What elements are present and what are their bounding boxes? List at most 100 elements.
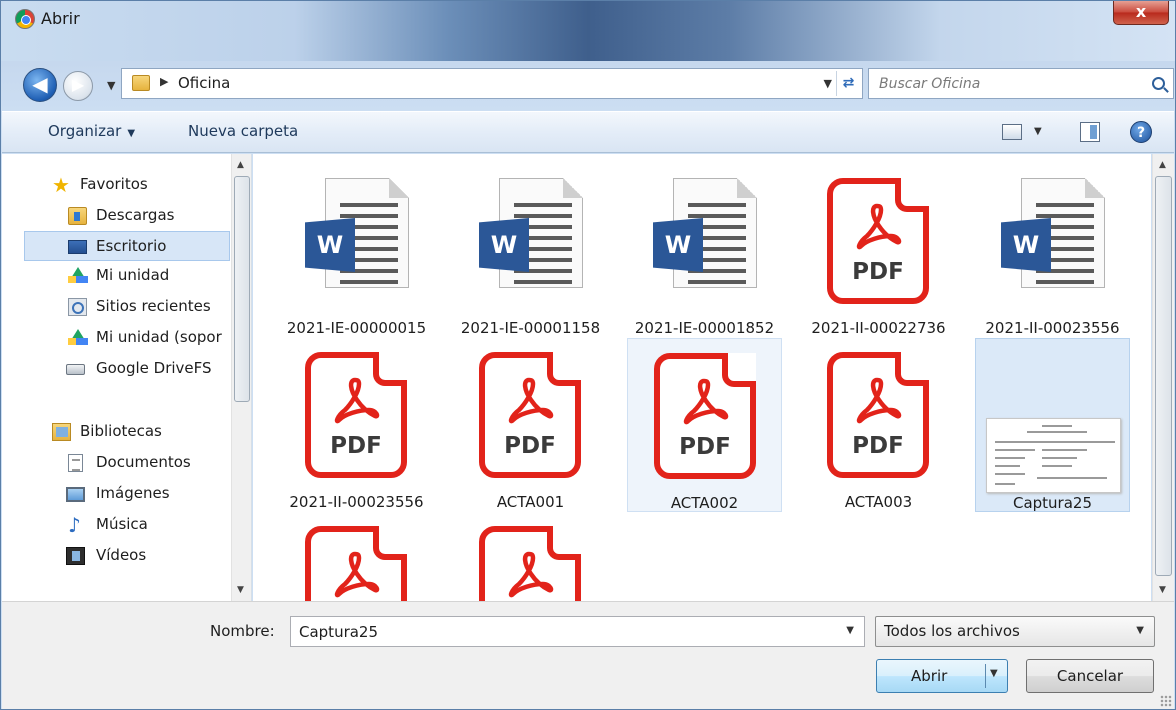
search-box[interactable] [868, 68, 1174, 99]
cancel-button[interactable]: Cancelar [1026, 659, 1154, 693]
file-item[interactable]: W 2021-II-00023556 [975, 164, 1130, 338]
text-line [514, 203, 572, 207]
thumbnail-line [1042, 449, 1087, 451]
file-item[interactable]: PDF ACTA003 [801, 338, 956, 512]
file-item[interactable]: PDF ACTA001 [453, 338, 608, 512]
filename-input[interactable] [297, 621, 817, 643]
open-button[interactable]: Abrir ▼ [876, 659, 1008, 693]
word-badge: W [1001, 218, 1051, 272]
scroll-up-icon[interactable]: ▲ [1159, 160, 1166, 170]
nav-libraries-label: Bibliotecas [80, 422, 162, 440]
downloads-folder-icon [68, 207, 87, 225]
refresh-icon[interactable]: ⇄ [836, 71, 860, 96]
scroll-down-icon[interactable]: ▼ [237, 585, 244, 595]
file-item[interactable]: W 2021-IE-00001158 [453, 164, 608, 338]
filename-combobox[interactable]: ▼ [290, 616, 865, 647]
nav-sitios-recientes[interactable]: Sitios recientes [2, 292, 229, 322]
view-options-dropdown-icon[interactable]: ▼ [1034, 126, 1042, 137]
file-type-select[interactable]: Todos los archivos ▼ [875, 616, 1155, 647]
scroll-up-icon[interactable]: ▲ [237, 160, 244, 170]
pdf-label: PDF [679, 434, 731, 460]
chevron-down-icon[interactable]: ▼ [846, 625, 854, 636]
navigation-pane: ★ Favoritos Descargas Escritorio Mi unid… [2, 154, 252, 601]
pdf-document-shape: PDF [827, 352, 929, 478]
word-file-icon: W [479, 178, 583, 306]
content-scroll-thumb[interactable] [1155, 176, 1172, 576]
pdf-file-icon: PDF [479, 352, 583, 480]
chevron-down-icon: ▼ [127, 128, 136, 139]
file-item[interactable]: PDF [453, 512, 608, 601]
address-bar[interactable]: ▶ Oficina ▼ ⇄ [121, 68, 863, 99]
file-item[interactable]: PDF [279, 512, 434, 601]
nav-google-drivefs[interactable]: Google DriveFS [2, 354, 229, 384]
search-icon[interactable] [1152, 77, 1165, 90]
change-view-icon[interactable] [1002, 124, 1022, 140]
text-line [688, 214, 746, 218]
pdf-document-shape: PDF [654, 353, 756, 479]
nav-escritorio[interactable]: Escritorio [24, 231, 230, 261]
history-dropdown-icon[interactable]: ▼ [107, 79, 115, 92]
file-item[interactable]: W 2021-IE-00001852 [627, 164, 782, 338]
nav-musica[interactable]: ♪ Música [2, 510, 229, 540]
resize-grip-icon[interactable] [1160, 695, 1172, 707]
pdf-file-icon: PDF [305, 352, 409, 480]
file-item[interactable]: W 2021-IE-00000015 [279, 164, 434, 338]
google-drive-icon [68, 267, 88, 283]
nav-documentos[interactable]: Documentos [2, 448, 229, 478]
pdf-document-shape: PDF [305, 526, 407, 601]
breadcrumb-oficina[interactable]: Oficina [178, 74, 230, 92]
thumbnail-line [1042, 457, 1077, 459]
word-file-icon: W [653, 178, 757, 306]
nav-descargas[interactable]: Descargas [2, 201, 229, 231]
forward-button[interactable]: ▶ [63, 71, 93, 101]
window-title: Abrir [41, 9, 80, 28]
nav-mi-unidad[interactable]: Mi unidad [2, 261, 229, 291]
file-item[interactable]: PDF ACTA002 [627, 338, 782, 512]
back-button[interactable]: ◀ [23, 68, 57, 102]
nav-imagenes[interactable]: Imágenes [2, 479, 229, 509]
scroll-down-icon[interactable]: ▼ [1159, 585, 1166, 595]
address-dropdown-icon[interactable]: ▼ [824, 77, 832, 90]
text-line [514, 214, 572, 218]
help-icon[interactable]: ? [1130, 121, 1152, 143]
nav-mi-unidad-soporte[interactable]: Mi unidad (sopor [2, 323, 229, 353]
file-item[interactable]: PDF 2021-II-00023556 [279, 338, 434, 512]
thumbnail-line [995, 483, 1015, 485]
organize-menu[interactable]: Organizar ▼ [48, 122, 135, 140]
thumbnail-line [995, 449, 1035, 451]
pdf-file-icon: PDF [827, 178, 931, 306]
nav-bibliotecas[interactable]: Bibliotecas [2, 417, 229, 447]
libraries-icon [52, 423, 71, 441]
new-folder-button[interactable]: Nueva carpeta [188, 122, 298, 140]
dialog-footer: Nombre: ▼ Todos los archivos ▼ Abrir ▼ C… [2, 601, 1174, 709]
file-item[interactable]: PDF 2021-II-00022736 [801, 164, 956, 338]
title-bar: Abrir x [1, 1, 1175, 61]
nav-scrollbar[interactable]: ▲ ▼ [231, 154, 251, 601]
content-scrollbar[interactable]: ▲ ▼ [1152, 154, 1174, 601]
acrobat-logo-icon [508, 377, 554, 424]
nav-item-label: Mi unidad [96, 266, 170, 284]
file-type-value: Todos los archivos [884, 622, 1020, 640]
open-options-dropdown-icon[interactable]: ▼ [990, 668, 998, 679]
search-input[interactable] [877, 73, 1137, 95]
text-line [340, 214, 398, 218]
acrobat-logo-icon [683, 378, 729, 425]
nav-item-label: Sitios recientes [96, 297, 211, 315]
nav-scroll-thumb[interactable] [234, 176, 250, 402]
nav-favorites-label: Favoritos [80, 175, 148, 193]
word-badge: W [653, 218, 703, 272]
nav-favorites[interactable]: ★ Favoritos [2, 170, 229, 200]
file-item[interactable]: Captura25 [975, 338, 1130, 512]
breadcrumb-separator-icon[interactable]: ▶ [160, 75, 168, 88]
preview-pane-icon[interactable] [1080, 122, 1100, 142]
pdf-file-icon: PDF [827, 352, 931, 480]
file-list: W 2021-IE-00000015 W 2021-IE-00001158 W 2021-… [253, 154, 1151, 601]
pdf-document-shape: PDF [305, 352, 407, 478]
file-name: ACTA002 [670, 494, 739, 512]
close-button[interactable]: x [1113, 1, 1169, 25]
nav-videos[interactable]: Vídeos [2, 541, 229, 571]
pdf-document-shape: PDF [827, 178, 929, 304]
nav-item-label: Documentos [96, 453, 191, 471]
file-name: ACTA001 [496, 493, 565, 511]
pdf-label: PDF [330, 433, 382, 459]
